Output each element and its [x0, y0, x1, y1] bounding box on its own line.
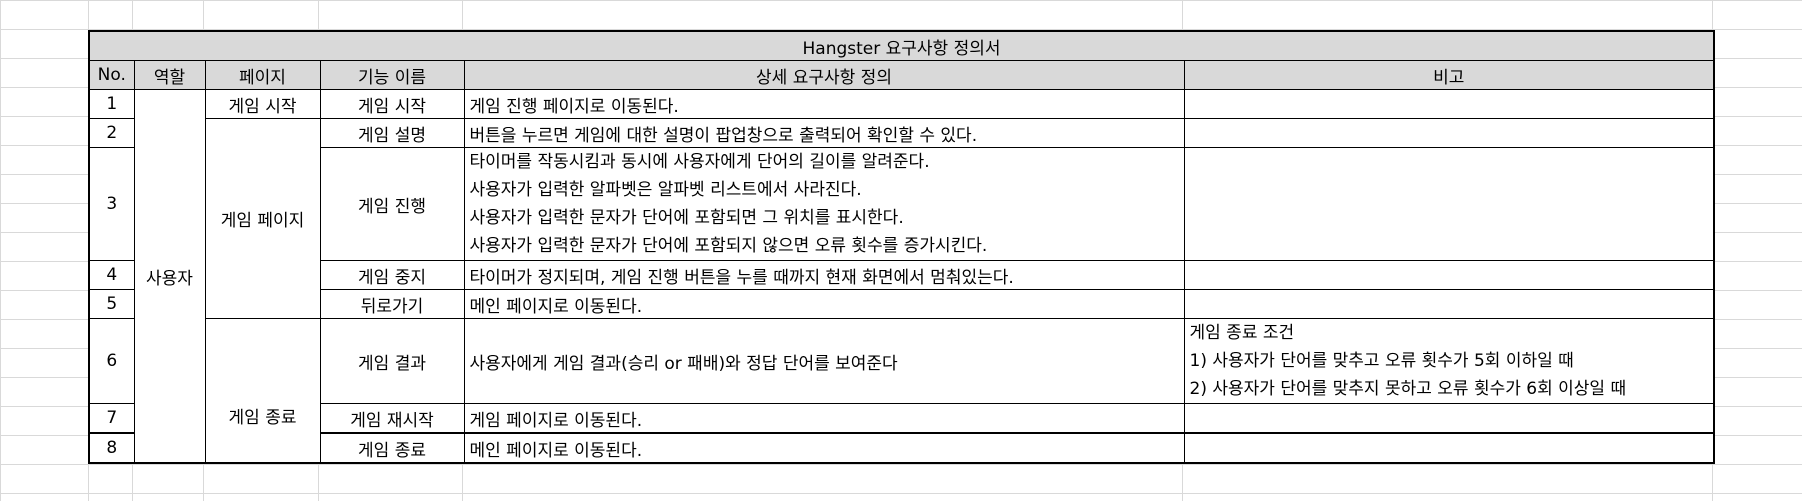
requirements-table: Hangster 요구사항 정의서 No. 역할 페이지 기능 이름 상세 요구…	[88, 30, 1716, 464]
note-cell[interactable]	[1183, 89, 1715, 119]
row-no[interactable]: 8	[88, 432, 135, 464]
header-page: 페이지	[204, 60, 321, 90]
title-row: Hangster 요구사항 정의서	[88, 30, 1715, 61]
feature-cell[interactable]: 뒤로가기	[319, 289, 465, 319]
feature-cell[interactable]: 게임 진행	[319, 147, 465, 261]
feature-cell[interactable]: 게임 중지	[319, 260, 465, 290]
note-cell[interactable]: 게임 종료 조건 1) 사용자가 단어를 맞추고 오류 횟수가 5회 이하일 때…	[1183, 318, 1715, 404]
header-note: 비고	[1183, 60, 1715, 90]
note-cell[interactable]	[1183, 289, 1715, 319]
role-cell[interactable]: 사용자	[133, 89, 206, 464]
page-cell-end[interactable]: 게임 종료	[204, 318, 321, 464]
note-cell[interactable]	[1183, 403, 1715, 434]
detail-line: 사용자가 입력한 알파벳은 알파벳 리스트에서 사라진다.	[469, 180, 862, 200]
detail-cell[interactable]: 게임 진행 페이지로 이동된다.	[463, 89, 1185, 119]
header-role: 역할	[133, 60, 206, 90]
note-line: 2) 사용자가 단어를 맞추지 못하고 오류 횟수가 6회 이상일 때	[1189, 379, 1627, 399]
feature-cell[interactable]: 게임 결과	[319, 318, 465, 404]
table-row: 8 게임 종료 메인 페이지로 이동된다.	[88, 432, 1715, 464]
row-no[interactable]: 2	[88, 118, 135, 148]
detail-cell[interactable]: 메인 페이지로 이동된다.	[463, 289, 1185, 319]
row-no[interactable]: 6	[88, 318, 135, 404]
table-row: 4 게임 중지 타이머가 정지되며, 게임 진행 버튼을 누를 때까지 현재 화…	[88, 260, 1715, 290]
detail-line: 타이머를 작동시킴과 동시에 사용자에게 단어의 길이를 알려준다.	[469, 152, 930, 172]
header-no: No.	[88, 60, 135, 90]
detail-line: 사용자가 입력한 문자가 단어에 포함되지 않으면 오류 횟수를 증가시킨다.	[469, 236, 988, 256]
note-line: 1) 사용자가 단어를 맞추고 오류 횟수가 5회 이하일 때	[1189, 351, 1574, 371]
page-cell-start[interactable]: 게임 시작	[204, 89, 321, 119]
detail-cell[interactable]: 버튼을 누르면 게임에 대한 설명이 팝업창으로 출력되어 확인할 수 있다.	[463, 118, 1185, 148]
row-no[interactable]: 5	[88, 289, 135, 319]
detail-cell[interactable]: 게임 페이지로 이동된다.	[463, 403, 1185, 434]
table-row: 3 게임 진행 타이머를 작동시킴과 동시에 사용자에게 단어의 길이를 알려준…	[88, 147, 1715, 261]
table-title: Hangster 요구사항 정의서	[88, 30, 1715, 61]
feature-cell[interactable]: 게임 설명	[319, 118, 465, 148]
table-row: 2 게임 페이지 게임 설명 버튼을 누르면 게임에 대한 설명이 팝업창으로 …	[88, 118, 1715, 319]
detail-cell[interactable]: 메인 페이지로 이동된다.	[463, 432, 1185, 464]
note-cell[interactable]	[1183, 432, 1715, 464]
page-cell-game[interactable]: 게임 페이지	[204, 118, 321, 319]
note-line: 게임 종료 조건	[1189, 323, 1295, 343]
feature-cell[interactable]: 게임 재시작	[319, 403, 465, 434]
row-no[interactable]: 7	[88, 403, 135, 434]
table-row: 6 게임 종료 게임 결과 사용자에게 게임 결과(승리 or 패배)와 정답 …	[88, 318, 1715, 464]
header-row: No. 역할 페이지 기능 이름 상세 요구사항 정의 비고	[88, 60, 1715, 90]
detail-cell[interactable]: 사용자에게 게임 결과(승리 or 패배)와 정답 단어를 보여준다	[463, 318, 1185, 404]
detail-line: 사용자가 입력한 문자가 단어에 포함되면 그 위치를 표시한다.	[469, 208, 904, 228]
row-no[interactable]: 3	[88, 147, 135, 261]
detail-cell[interactable]: 타이머를 작동시킴과 동시에 사용자에게 단어의 길이를 알려준다. 사용자가 …	[463, 147, 1185, 261]
row-no[interactable]: 4	[88, 260, 135, 290]
row-no[interactable]: 1	[88, 89, 135, 119]
table-row: 5 뒤로가기 메인 페이지로 이동된다.	[88, 289, 1715, 319]
header-feature: 기능 이름	[319, 60, 465, 90]
feature-cell[interactable]: 게임 시작	[319, 89, 465, 119]
note-cell[interactable]	[1183, 260, 1715, 290]
table-row: 1 사용자 게임 시작 게임 시작 게임 진행 페이지로 이동된다.	[88, 89, 1715, 464]
table-row: 7 게임 재시작 게임 페이지로 이동된다.	[88, 403, 1715, 434]
header-detail: 상세 요구사항 정의	[463, 60, 1185, 90]
detail-cell[interactable]: 타이머가 정지되며, 게임 진행 버튼을 누를 때까지 현재 화면에서 멈춰있는…	[463, 260, 1185, 290]
note-cell[interactable]	[1183, 147, 1715, 261]
feature-cell[interactable]: 게임 종료	[319, 432, 465, 464]
note-cell[interactable]	[1183, 118, 1715, 148]
